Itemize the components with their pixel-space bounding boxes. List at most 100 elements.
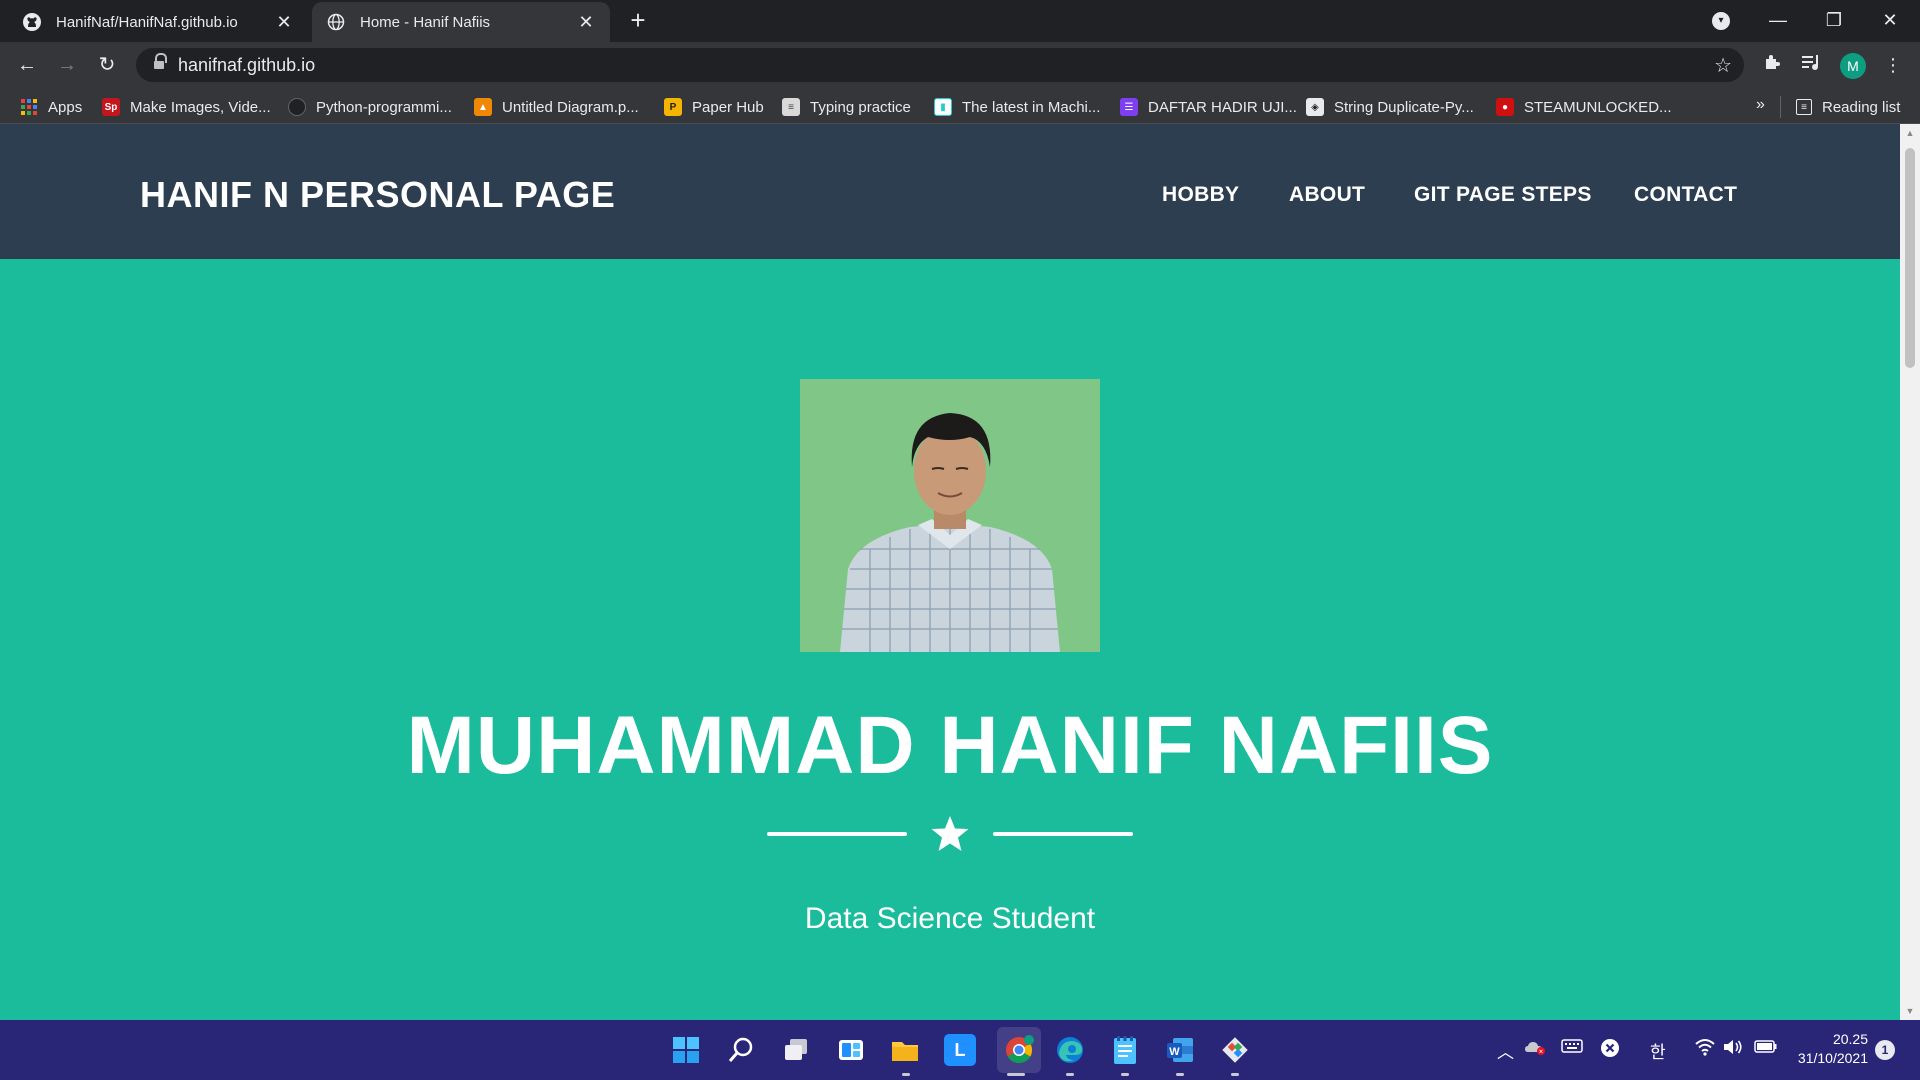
tab-title: Home - Hanif Nafiis (360, 13, 491, 31)
page-scrollbar[interactable]: ▲ ▼ (1900, 124, 1920, 1020)
close-window-icon[interactable]: ✕ (1862, 0, 1918, 42)
hero-name-heading: MUHAMMAD HANIF NAFIIS (406, 700, 1494, 791)
bookmark-steamunlocked[interactable]: ● STEAMUNLOCKED... (1496, 96, 1672, 118)
paper-hub-icon: P (664, 98, 682, 116)
tab-search-icon[interactable]: ▾ (1712, 12, 1730, 30)
running-indicator (1121, 1073, 1129, 1076)
new-tab-button[interactable]: + (624, 6, 652, 34)
edge-icon[interactable] (1054, 1034, 1086, 1066)
wifi-icon[interactable] (1694, 1038, 1716, 1061)
steam-lock-icon: ● (1496, 98, 1514, 116)
forward-arrow-icon[interactable]: → (53, 51, 81, 79)
site-navbar: HANIF N PERSONAL PAGE HOBBY ABOUT GIT PA… (0, 124, 1900, 259)
scrollbar-thumb[interactable] (1905, 148, 1915, 368)
volume-icon[interactable] (1722, 1038, 1744, 1061)
bookmark-latest-machine-learning[interactable]: ▮ The latest in Machi... (934, 96, 1100, 118)
drawio-icon: ▲ (474, 98, 492, 116)
tab-title: HanifNaf/HanifNaf.github.io (56, 13, 238, 31)
bookmark-label: Typing practice (810, 98, 911, 116)
show-hidden-icons-chevron-icon[interactable]: ︿ (1497, 1038, 1514, 1063)
nav-link-hobby[interactable]: HOBBY (1162, 183, 1239, 207)
star-icon (930, 814, 970, 854)
divider-line (993, 832, 1133, 836)
bookmarks-bar: Apps Sp Make Images, Vide... Python-prog… (0, 88, 1920, 124)
notification-badge[interactable]: 1 (1875, 1040, 1895, 1060)
bookmark-label: Paper Hub (692, 98, 764, 116)
onedrive-error-icon[interactable]: ✕ (1524, 1038, 1546, 1061)
running-indicator (1231, 1073, 1239, 1076)
bookmark-label: Make Images, Vide... (130, 98, 271, 116)
svg-text:✕: ✕ (1538, 1049, 1543, 1056)
windows-taskbar: L W ︿ ✕ 한 20.25 31/10/2021 1 (0, 1020, 1920, 1080)
git-diamond-icon[interactable] (1219, 1034, 1251, 1066)
reload-icon[interactable]: ↻ (93, 51, 121, 79)
document-icon: ≡ (782, 98, 800, 116)
divider-line (767, 832, 907, 836)
chrome-icon[interactable] (1003, 1034, 1035, 1066)
running-indicator (1007, 1073, 1025, 1076)
nav-link-about[interactable]: ABOUT (1289, 183, 1365, 207)
reading-list-label: Reading list (1822, 98, 1901, 116)
address-bar[interactable]: hanifnaf.github.io ☆ (136, 48, 1744, 82)
url-text[interactable]: hanifnaf.github.io (178, 55, 315, 76)
scroll-down-arrow-icon[interactable]: ▼ (1900, 1006, 1920, 1016)
bookmark-string-duplicate[interactable]: ◈ String Duplicate-Py... (1306, 96, 1474, 118)
search-icon[interactable] (725, 1034, 757, 1066)
bookmark-typing-practice[interactable]: ≡ Typing practice (782, 96, 911, 118)
lock-icon[interactable] (154, 53, 167, 70)
system-clock[interactable]: 20.25 31/10/2021 (1792, 1030, 1868, 1068)
close-tab-icon[interactable]: ✕ (274, 12, 294, 33)
diamond-icon: ◈ (1306, 98, 1324, 116)
bookmark-apps[interactable]: Apps (20, 96, 82, 118)
running-indicator (1176, 1073, 1184, 1076)
notepad-icon[interactable] (1109, 1034, 1141, 1066)
browser-tab-strip: HanifNaf/HanifNaf.github.io ✕ Home - Han… (0, 0, 1920, 42)
back-arrow-icon[interactable]: ← (13, 51, 41, 79)
scroll-up-arrow-icon[interactable]: ▲ (1900, 128, 1920, 138)
hero-subtitle: Data Science Student (804, 902, 1096, 935)
ime-indicator[interactable]: 한 (1650, 1038, 1666, 1063)
reading-list-icon: ≡ (1796, 99, 1812, 115)
windows-start-icon[interactable] (670, 1034, 702, 1066)
forms-list-icon: ☰ (1120, 98, 1138, 116)
word-icon[interactable]: W (1164, 1034, 1196, 1066)
close-tab-icon[interactable]: ✕ (576, 12, 596, 33)
close-circle-icon[interactable] (1600, 1038, 1620, 1063)
masthead: MUHAMMAD HANIF NAFIIS Data Science Stude… (0, 259, 1900, 1020)
apps-grid-icon (20, 98, 38, 116)
bookmark-python-programming[interactable]: Python-programmi... (288, 96, 452, 118)
restore-icon[interactable]: ❐ (1806, 0, 1862, 42)
sp-icon: Sp (102, 98, 120, 116)
lync-l-icon[interactable]: L (944, 1034, 976, 1066)
profile-avatar[interactable]: M (1840, 53, 1866, 79)
tab-github[interactable]: HanifNaf/HanifNaf.github.io ✕ (8, 2, 308, 42)
profile-photo (800, 379, 1100, 652)
nav-link-contact[interactable]: CONTACT (1634, 183, 1737, 207)
site-brand-link[interactable]: HANIF N PERSONAL PAGE (140, 174, 615, 216)
bookmark-label: Apps (48, 98, 83, 116)
running-indicator (902, 1073, 910, 1076)
more-bookmarks-chevron-icon[interactable]: » (1756, 96, 1765, 114)
kebab-menu-icon[interactable]: ⋮ (1879, 51, 1907, 79)
extensions-puzzle-icon[interactable] (1758, 51, 1786, 79)
tab-home[interactable]: Home - Hanif Nafiis ✕ (312, 2, 610, 42)
bookmark-paper-hub[interactable]: P Paper Hub (664, 96, 764, 118)
bookmark-label: STEAMUNLOCKED... (1524, 98, 1672, 116)
bookmark-daftar-hadir[interactable]: ☰ DAFTAR HADIR UJI... (1120, 96, 1297, 118)
bookmarks-divider (1780, 96, 1781, 118)
reading-list-button[interactable]: ≡ Reading list (1796, 96, 1900, 118)
file-explorer-icon[interactable] (889, 1034, 921, 1066)
bookmark-label: DAFTAR HADIR UJI... (1148, 98, 1297, 116)
paperswithcode-icon: ▮ (934, 98, 952, 116)
widgets-icon[interactable] (835, 1034, 867, 1066)
bookmark-untitled-diagram[interactable]: ▲ Untitled Diagram.p... (474, 96, 639, 118)
bookmark-make-images[interactable]: Sp Make Images, Vide... (102, 96, 271, 118)
bookmark-label: The latest in Machi... (962, 98, 1101, 116)
bookmark-star-icon[interactable]: ☆ (1714, 53, 1732, 78)
battery-icon[interactable] (1754, 1038, 1778, 1059)
nav-link-git-page-steps[interactable]: GIT PAGE STEPS (1414, 183, 1592, 207)
media-queue-icon[interactable] (1797, 51, 1825, 79)
minimize-icon[interactable]: — (1750, 0, 1806, 42)
task-view-icon[interactable] (780, 1034, 812, 1066)
keyboard-icon[interactable] (1561, 1038, 1583, 1059)
